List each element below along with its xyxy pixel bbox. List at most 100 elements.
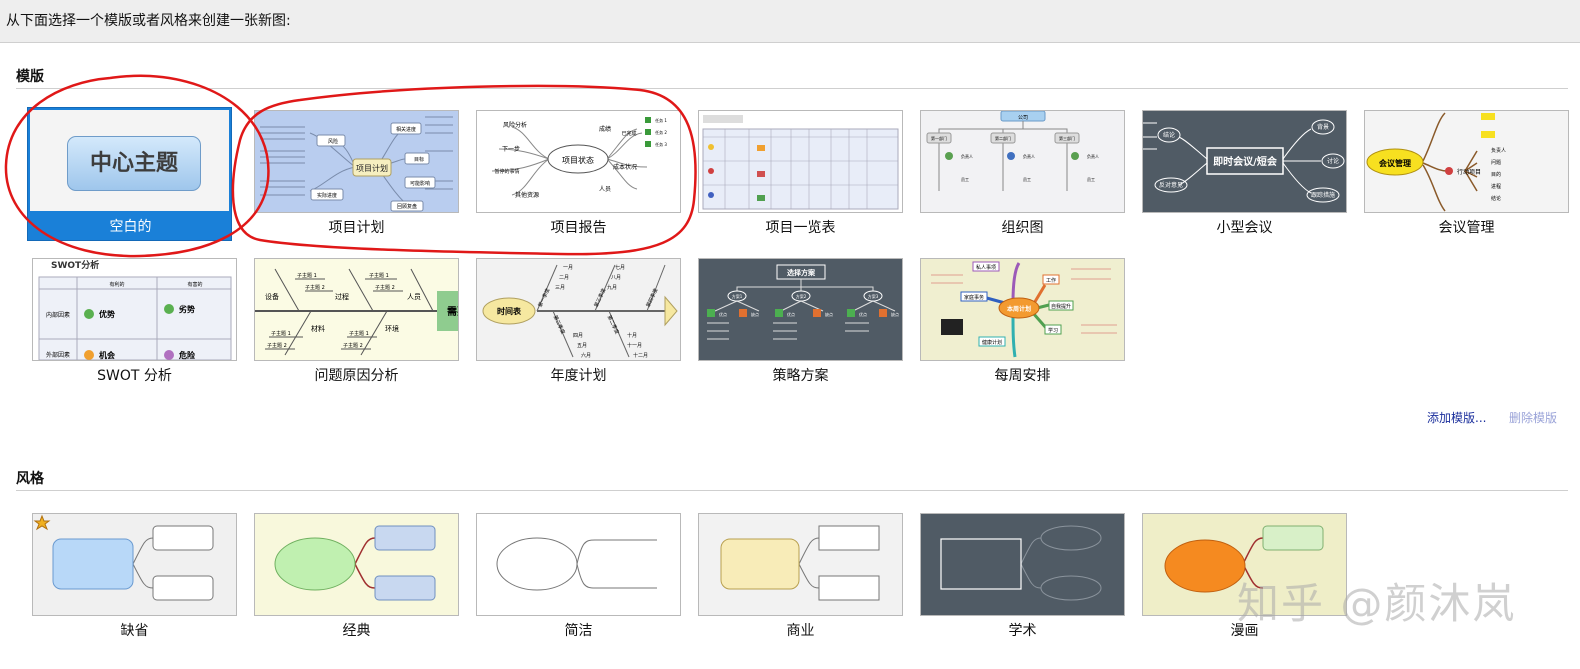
meeting-mgmt-center: 会议管理 — [1379, 158, 1411, 168]
template-project-plan[interactable]: 项目计划 风险 相关进度 目标 可能影响 实际进度 回顾复盘 项目计划 — [254, 110, 459, 244]
project-report-node-risk: 风险分析 — [503, 121, 527, 129]
template-strategy[interactable]: 选择方案 方案1 方案2 方案3 优点 缺点 优点 缺点 优点 缺点 策略方案 — [698, 258, 903, 392]
meeting-mgmt-node-action: 行动项目 — [1457, 168, 1481, 176]
weekly-node-health: 健康计划 — [982, 339, 1002, 346]
template-swot[interactable]: SWOT分析 有利的 有害的 内部因素 外部因素 优势 劣势 机会 危险 SWO… — [32, 258, 237, 392]
template-weekly-thumbnail: 本周计划 私人事项 家庭事务 健康计划 工作 自我提升 学习 — [920, 258, 1125, 361]
template-label: 项目计划 — [328, 220, 385, 236]
template-label: 策略方案 — [772, 368, 829, 384]
annual-q4: 第四季度 — [645, 287, 660, 308]
project-report-task-1: 任务 1 — [655, 117, 667, 123]
org-lead-2: 负责人 — [1023, 153, 1035, 159]
org-lead-1: 负责人 — [961, 153, 973, 159]
org-node-d2: 第二部门 — [995, 135, 1011, 141]
fishbone-sub-8: 子主题 2 — [343, 342, 363, 349]
template-swot-thumbnail: SWOT分析 有利的 有害的 内部因素 外部因素 优势 劣势 机会 危险 — [32, 258, 237, 361]
project-plan-node-goal: 目标 — [414, 156, 424, 163]
template-label: SWOT 分析 — [97, 368, 172, 384]
template-small-meeting[interactable]: 即时会议/短会 结论 背景 讨论 反对意见 跟踪措施 小型会议 — [1142, 110, 1347, 244]
style-classic[interactable]: 经典 — [254, 513, 459, 647]
annual-m12: 十二月 — [633, 352, 648, 359]
style-academic[interactable]: 学术 — [920, 513, 1125, 647]
annual-m5: 八月 — [611, 275, 621, 281]
meeting-node-background: 背景 — [1317, 123, 1329, 131]
project-report-node-paused: 暂停的事情 — [494, 168, 519, 175]
template-blank-thumbnail: 中心主题 — [30, 110, 229, 211]
swot-header-helpful: 有利的 — [109, 281, 124, 288]
template-org-chart-thumbnail: 公司 第一部门 第二部门 第三部门 负责人 负责人 负责人 员工 员工 员工 — [920, 110, 1125, 213]
project-plan-node-risk: 风险 — [328, 138, 338, 145]
style-default[interactable]: 缺省 — [32, 513, 237, 647]
annual-m1: 一月 — [563, 265, 573, 271]
meeting-mgmt-node-owner: 负责人 — [1491, 147, 1506, 154]
template-strategy-thumbnail: 选择方案 方案1 方案2 方案3 优点 缺点 优点 缺点 优点 缺点 — [698, 258, 903, 361]
strategy-pro-1: 优点 — [719, 311, 727, 317]
template-org-chart[interactable]: 公司 第一部门 第二部门 第三部门 负责人 负责人 负责人 员工 员工 员工 组… — [920, 110, 1125, 244]
project-report-node-done: 已完成 — [621, 130, 636, 137]
template-project-report-thumbnail: 项目状态 风险分析 下一步 暂停的事情 其他资源 成绩 已完成 成本状况 人员 … — [476, 110, 681, 213]
meeting-node-discussion: 讨论 — [1327, 157, 1339, 165]
templates-section-title: 模版 — [16, 69, 44, 85]
style-simple-thumbnail — [476, 513, 681, 616]
template-blank[interactable]: 中心主题 空白的 — [27, 107, 232, 241]
watermark-text: 知乎 @颜沐岚 — [1237, 579, 1517, 628]
project-plan-node-review: 回顾复盘 — [397, 203, 417, 210]
annual-m2: 二月 — [559, 275, 569, 281]
annual-m9: 六月 — [581, 352, 591, 359]
template-meeting-management[interactable]: 会议管理 行动项目 负责人 问题 目的 进程 结论 会议管理 — [1364, 110, 1569, 244]
template-annual-plan[interactable]: 时间表 一月 二月 三月 七月 八月 九月 四月 五月 六月 十月 十一月 十二… — [476, 258, 681, 392]
meeting-center: 即时会议/短会 — [1213, 155, 1277, 168]
style-simple[interactable]: 简洁 — [476, 513, 681, 647]
template-label: 问题原因分析 — [314, 368, 399, 384]
template-project-overview[interactable]: 项目一览表 — [698, 110, 903, 244]
style-business-thumbnail — [698, 513, 903, 616]
org-lead-3: 负责人 — [1087, 153, 1099, 159]
styles-divider — [16, 490, 1568, 491]
header-bar: 从下面选择一个模版或者风格来创建一张新图: — [0, 0, 1580, 43]
templates-divider — [16, 88, 1568, 89]
meeting-mgmt-node-result: 结论 — [1491, 195, 1501, 202]
header-prompt: 从下面选择一个模版或者风格来创建一张新图: — [6, 13, 291, 29]
template-label: 年度计划 — [550, 368, 607, 384]
project-report-task-2: 任务 2 — [655, 129, 667, 135]
template-small-meeting-thumbnail: 即时会议/短会 结论 背景 讨论 反对意见 跟踪措施 — [1142, 110, 1347, 213]
weekly-node-growth: 自我提升 — [1051, 303, 1071, 310]
annual-head: 时间表 — [497, 306, 522, 316]
template-meeting-management-thumbnail: 会议管理 行动项目 负责人 问题 目的 进程 结论 — [1364, 110, 1569, 213]
fishbone-sub-2: 子主题 2 — [305, 284, 325, 291]
fishbone-sub-6: 子主题 2 — [267, 342, 287, 349]
strategy-option-3: 方案3 — [868, 293, 879, 299]
org-node-d3: 第三部门 — [1059, 135, 1075, 141]
annual-m7: 四月 — [573, 333, 583, 339]
annual-m11: 十一月 — [627, 342, 642, 349]
fishbone-sub-5: 子主题 1 — [271, 330, 291, 337]
swot-title: SWOT分析 — [51, 259, 99, 271]
project-report-node-resources: 其他资源 — [515, 191, 539, 199]
weekly-node-family: 家庭事务 — [964, 294, 984, 301]
template-annual-plan-thumbnail: 时间表 一月 二月 三月 七月 八月 九月 四月 五月 六月 十月 十一月 十二… — [476, 258, 681, 361]
annual-m6: 九月 — [607, 284, 617, 291]
style-default-thumbnail — [32, 513, 237, 616]
weekly-node-personal: 私人事项 — [976, 264, 996, 271]
fishbone-bone-material: 材料 — [311, 324, 325, 333]
fishbone-head: 需要 — [447, 306, 458, 318]
template-label: 小型会议 — [1216, 220, 1273, 236]
strategy-con-2: 缺点 — [825, 311, 833, 317]
annual-q3: 第三季度 — [593, 287, 608, 308]
add-template-link[interactable]: 添加模版... — [1427, 409, 1486, 426]
strategy-pro-2: 优点 — [787, 311, 795, 317]
template-project-report[interactable]: 项目状态 风险分析 下一步 暂停的事情 其他资源 成绩 已完成 成本状况 人员 … — [476, 110, 681, 244]
fishbone-bone-environment: 环境 — [385, 324, 399, 333]
swot-threat: 危险 — [178, 350, 196, 360]
weekly-center: 本周计划 — [1007, 305, 1031, 313]
template-cause-analysis[interactable]: 需要 设备 过程 人员 材料 环境 子主题 1 子主题 2 子主题 1 子主题 … — [254, 258, 459, 392]
meeting-node-conclusion: 结论 — [1163, 131, 1175, 139]
project-report-node-next: 下一步 — [502, 145, 520, 153]
style-business[interactable]: 商业 — [698, 513, 903, 647]
meeting-node-followup: 跟踪措施 — [1311, 191, 1335, 199]
template-weekly[interactable]: 本周计划 私人事项 家庭事务 健康计划 工作 自我提升 学习 每周安排 — [920, 258, 1125, 392]
style-classic-thumbnail — [254, 513, 459, 616]
template-project-overview-thumbnail — [698, 110, 903, 213]
default-star-icon — [33, 514, 51, 531]
swot-strength: 优势 — [99, 309, 115, 319]
